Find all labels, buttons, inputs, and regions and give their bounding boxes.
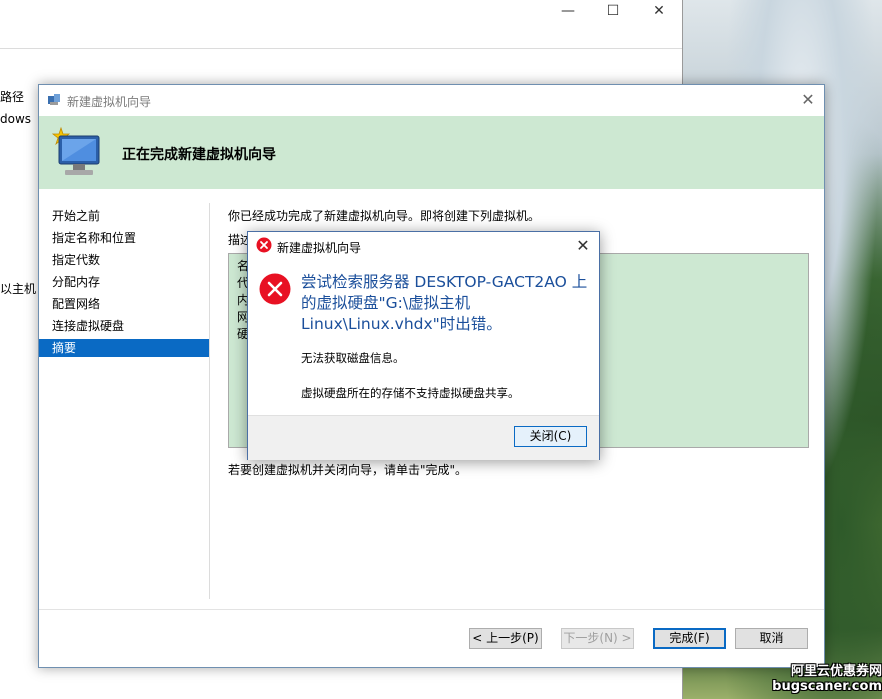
hyperv-app-icon (48, 94, 60, 105)
error-detail-1: 无法获取磁盘信息。 (301, 351, 405, 365)
error-dialog: 新建虚拟机向导 ✕ 尝试检索服务器 DESKTOP-GACT2AO 上的虚拟硬盘… (247, 231, 600, 460)
nav-item-before-you-begin[interactable]: 开始之前 (39, 207, 209, 225)
error-dialog-footer: 关闭(C) (248, 415, 599, 460)
error-dialog-title: 新建虚拟机向导 (277, 241, 362, 255)
wizard-intro-text: 你已经成功完成了新建虚拟机向导。即将创建下列虚拟机。 (228, 209, 541, 223)
error-main-message: 尝试检索服务器 DESKTOP-GACT2AO 上的虚拟硬盘"G:\虚拟主机 L… (301, 273, 588, 333)
wizard-header-title: 正在完成新建虚拟机向导 (122, 147, 276, 163)
error-dialog-close-icon[interactable]: ✕ (572, 235, 594, 257)
maximize-button[interactable]: ☐ (590, 0, 636, 24)
watermark-line-1: 阿里云优惠券网 (790, 664, 882, 679)
wizard-titlebar: 新建虚拟机向导 ✕ (39, 85, 824, 116)
error-detail-2: 虚拟硬盘所在的存储不支持虚拟硬盘共享。 (301, 386, 520, 400)
back-label-vm: 以主机Li (0, 282, 36, 296)
nav-divider (209, 203, 210, 599)
back-window-titlebar: — ☐ ✕ (0, 0, 682, 49)
error-dialog-titlebar: 新建虚拟机向导 ✕ (248, 232, 599, 260)
watermark-line-2: bugscaner.com (772, 679, 882, 694)
nav-item-networking[interactable]: 配置网络 (39, 295, 209, 313)
footer-divider (39, 609, 824, 610)
nav-item-summary[interactable]: 摘要 (39, 339, 209, 357)
watermark: 阿里云优惠券网 bugscaner.com (770, 664, 882, 694)
finish-instruction-text: 若要创建虚拟机并关闭向导，请单击"完成"。 (228, 463, 468, 477)
minimize-button[interactable]: — (545, 0, 591, 24)
nav-item-memory[interactable]: 分配内存 (39, 273, 209, 291)
wizard-close-icon[interactable]: ✕ (797, 89, 819, 111)
wizard-header: 正在完成新建虚拟机向导 (39, 116, 824, 189)
nav-item-virtual-disk[interactable]: 连接虚拟硬盘 (39, 317, 209, 335)
new-vm-monitor-icon (51, 126, 100, 175)
previous-button[interactable]: < 上一步(P) (469, 628, 542, 649)
nav-item-generation[interactable]: 指定代数 (39, 251, 209, 269)
nav-item-name-location[interactable]: 指定名称和位置 (39, 229, 209, 247)
back-label-windows: dows (0, 112, 32, 126)
close-dialog-button[interactable]: 关闭(C) (514, 426, 587, 447)
finish-button[interactable]: 完成(F) (653, 628, 726, 649)
cancel-button[interactable]: 取消 (735, 628, 808, 649)
error-icon (259, 273, 291, 305)
wizard-title: 新建虚拟机向导 (67, 95, 152, 109)
wizard-step-nav: 开始之前 指定名称和位置 指定代数 分配内存 配置网络 连接虚拟硬盘 摘要 (39, 189, 210, 609)
error-small-icon (256, 237, 272, 253)
close-button[interactable]: ✕ (636, 0, 682, 24)
next-button: 下一步(N) > (561, 628, 634, 649)
back-label-path: 路径 (0, 90, 25, 104)
